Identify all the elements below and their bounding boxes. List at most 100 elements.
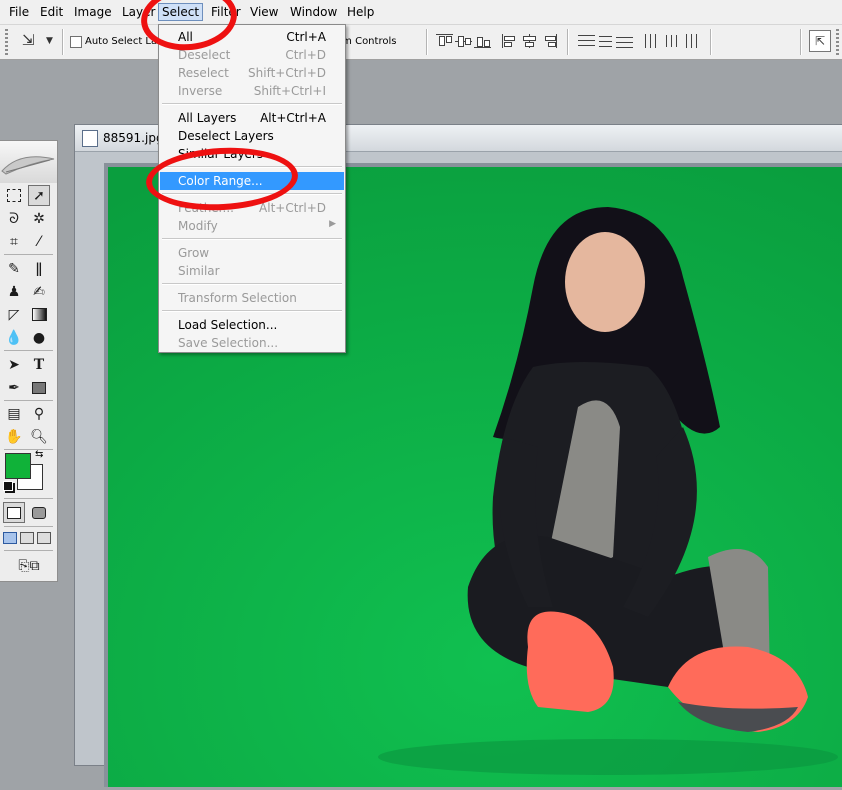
menu-item-similar-layers[interactable]: Similar Layers [160,145,344,163]
menu-file[interactable]: File [9,5,29,19]
menu-item-transform-selection[interactable]: Transform Selection [160,289,344,307]
menu-separator [162,310,342,311]
menu-item-deselect[interactable]: Deselect Ctrl+D [160,46,344,64]
menu-item-save-selection[interactable]: Save Selection... [160,334,344,352]
gradient-tool-icon[interactable] [28,304,50,325]
toolbar-grip[interactable] [5,29,8,55]
align-hcenter-icon[interactable] [521,34,538,48]
menu-filter[interactable]: Filter [211,5,241,19]
menu-item-modify[interactable]: Modify ▶ [160,217,344,235]
zoom-tool-icon[interactable]: 🔍︎ [28,426,50,447]
menu-separator [162,238,342,239]
path-selection-tool-icon[interactable]: ➤ [3,354,25,375]
menu-item-similar[interactable]: Similar [160,262,344,280]
healing-brush-tool-icon[interactable]: ✎ [3,258,25,279]
hand-tool-icon[interactable]: ✋ [3,426,25,447]
crop-tool-icon[interactable]: ⌗ [3,231,25,252]
align-top-icon[interactable] [436,34,453,48]
distribute-left-icon[interactable] [644,34,661,48]
menu-item-shortcut: Ctrl+D [285,48,326,62]
menu-item-inverse[interactable]: Inverse Shift+Ctrl+I [160,82,344,100]
menu-separator [162,193,342,194]
menu-item-label: Save Selection... [178,336,279,350]
menu-item-label: Modify [178,219,218,233]
menu-item-load-selection[interactable]: Load Selection... [160,316,344,334]
menu-edit[interactable]: Edit [40,5,63,19]
menu-item-label: Reselect [178,66,229,80]
menu-window[interactable]: Window [290,5,337,19]
marquee-tool-icon[interactable] [3,185,25,206]
notes-tool-icon[interactable]: ▤ [3,403,25,424]
align-vcenter-icon[interactable] [455,34,472,48]
toolbar-grip[interactable] [836,29,839,55]
stamp-tool-icon[interactable]: ♟ [3,281,25,302]
standard-mode-icon[interactable] [3,502,25,523]
menu-item-label: Deselect [178,48,231,62]
divider [4,498,53,499]
menu-item-grow[interactable]: Grow [160,244,344,262]
align-bottom-icon[interactable] [474,34,491,48]
menu-help[interactable]: Help [347,5,374,19]
divider [4,400,53,401]
type-tool-icon[interactable]: T [28,354,50,375]
eraser-tool-icon[interactable]: ◸ [3,304,25,325]
history-brush-tool-icon[interactable]: ✍ [28,281,50,302]
screen-mode-full-icon[interactable] [37,532,51,544]
menu-item-label: All [178,30,193,44]
blur-tool-icon[interactable]: 💧 [3,327,25,348]
screen-mode-standard-icon[interactable] [3,532,17,544]
menu-item-shortcut: Alt+Ctrl+A [260,111,326,125]
move-tool-icon[interactable]: ➚ [28,185,50,206]
menu-item-color-range[interactable]: Color Range... [160,172,344,190]
select-dropdown-menu: All Ctrl+A Deselect Ctrl+D Reselect Shift+C… [158,24,346,353]
lasso-tool-icon[interactable]: ᘐ [3,208,25,229]
divider [4,449,53,450]
menu-item-shortcut: Ctrl+A [286,30,326,44]
menu-item-feather[interactable]: Feather... Alt+Ctrl+D [160,199,344,217]
menu-item-label: Similar [178,264,220,278]
default-colors-icon[interactable] [3,481,13,491]
menu-separator [162,166,342,167]
menu-layer[interactable]: Layer [122,5,155,19]
menu-item-deselect-layers[interactable]: Deselect Layers [160,127,344,145]
distribute-vcenter-icon[interactable] [597,34,614,48]
menu-item-shortcut: Alt+Ctrl+D [259,201,326,215]
menu-image[interactable]: Image [74,5,112,19]
foreground-color-swatch[interactable] [5,453,31,479]
menu-view[interactable]: View [250,5,278,19]
distribute-right-icon[interactable] [682,34,699,48]
align-right-icon[interactable] [540,34,557,48]
eyedropper-tool-icon[interactable]: ⚲ [28,403,50,424]
jump-to-imageready-icon[interactable]: ⎘⧉ [14,555,44,576]
dodge-tool-icon[interactable]: ● [28,327,50,348]
toolbox: ➚ ᘐ ✲ ⌗ ⁄ ✎ ǁ ♟ ✍ ◸ 💧 ● ➤ T ✒ ▤ ⚲ ✋ 🔍︎ ⇆… [0,140,58,582]
pen-tool-icon[interactable]: ✒ [3,377,25,398]
menu-item-reselect[interactable]: Reselect Shift+Ctrl+D [160,64,344,82]
menu-item-all-layers[interactable]: All Layers Alt+Ctrl+A [160,109,344,127]
screen-mode-menu-icon[interactable] [20,532,34,544]
swap-colors-icon[interactable]: ⇆ [35,449,43,460]
distribute-hcenter-icon[interactable] [663,34,680,48]
divider [426,29,427,55]
chevron-down-icon[interactable]: ▼ [46,36,53,46]
menu-select[interactable]: Select [158,3,204,21]
brush-tool-icon[interactable]: ǁ [28,258,50,279]
menu-separator [162,283,342,284]
align-left-icon[interactable] [502,34,519,48]
toolbox-header[interactable] [0,141,57,183]
move-tool-preset-icon[interactable]: ⇲ [22,31,35,49]
quick-mask-mode-icon[interactable] [28,502,50,523]
menu-item-label: Load Selection... [178,318,278,332]
menu-item-label: Deselect Layers [178,129,274,143]
menu-item-all[interactable]: All Ctrl+A [160,28,344,46]
shape-tool-icon[interactable] [28,377,50,398]
auto-select-checkbox[interactable] [70,36,82,48]
menu-item-shortcut: Shift+Ctrl+D [248,66,326,80]
slice-tool-icon[interactable]: ⁄ [28,231,50,252]
magic-wand-tool-icon[interactable]: ✲ [28,208,50,229]
menu-item-label: Color Range... [178,174,263,188]
auto-select-label: Auto Select Layer [85,36,157,47]
palette-well-icon[interactable]: ⇱ [809,30,831,52]
distribute-bottom-icon[interactable] [616,34,633,48]
distribute-top-icon[interactable] [578,34,595,48]
